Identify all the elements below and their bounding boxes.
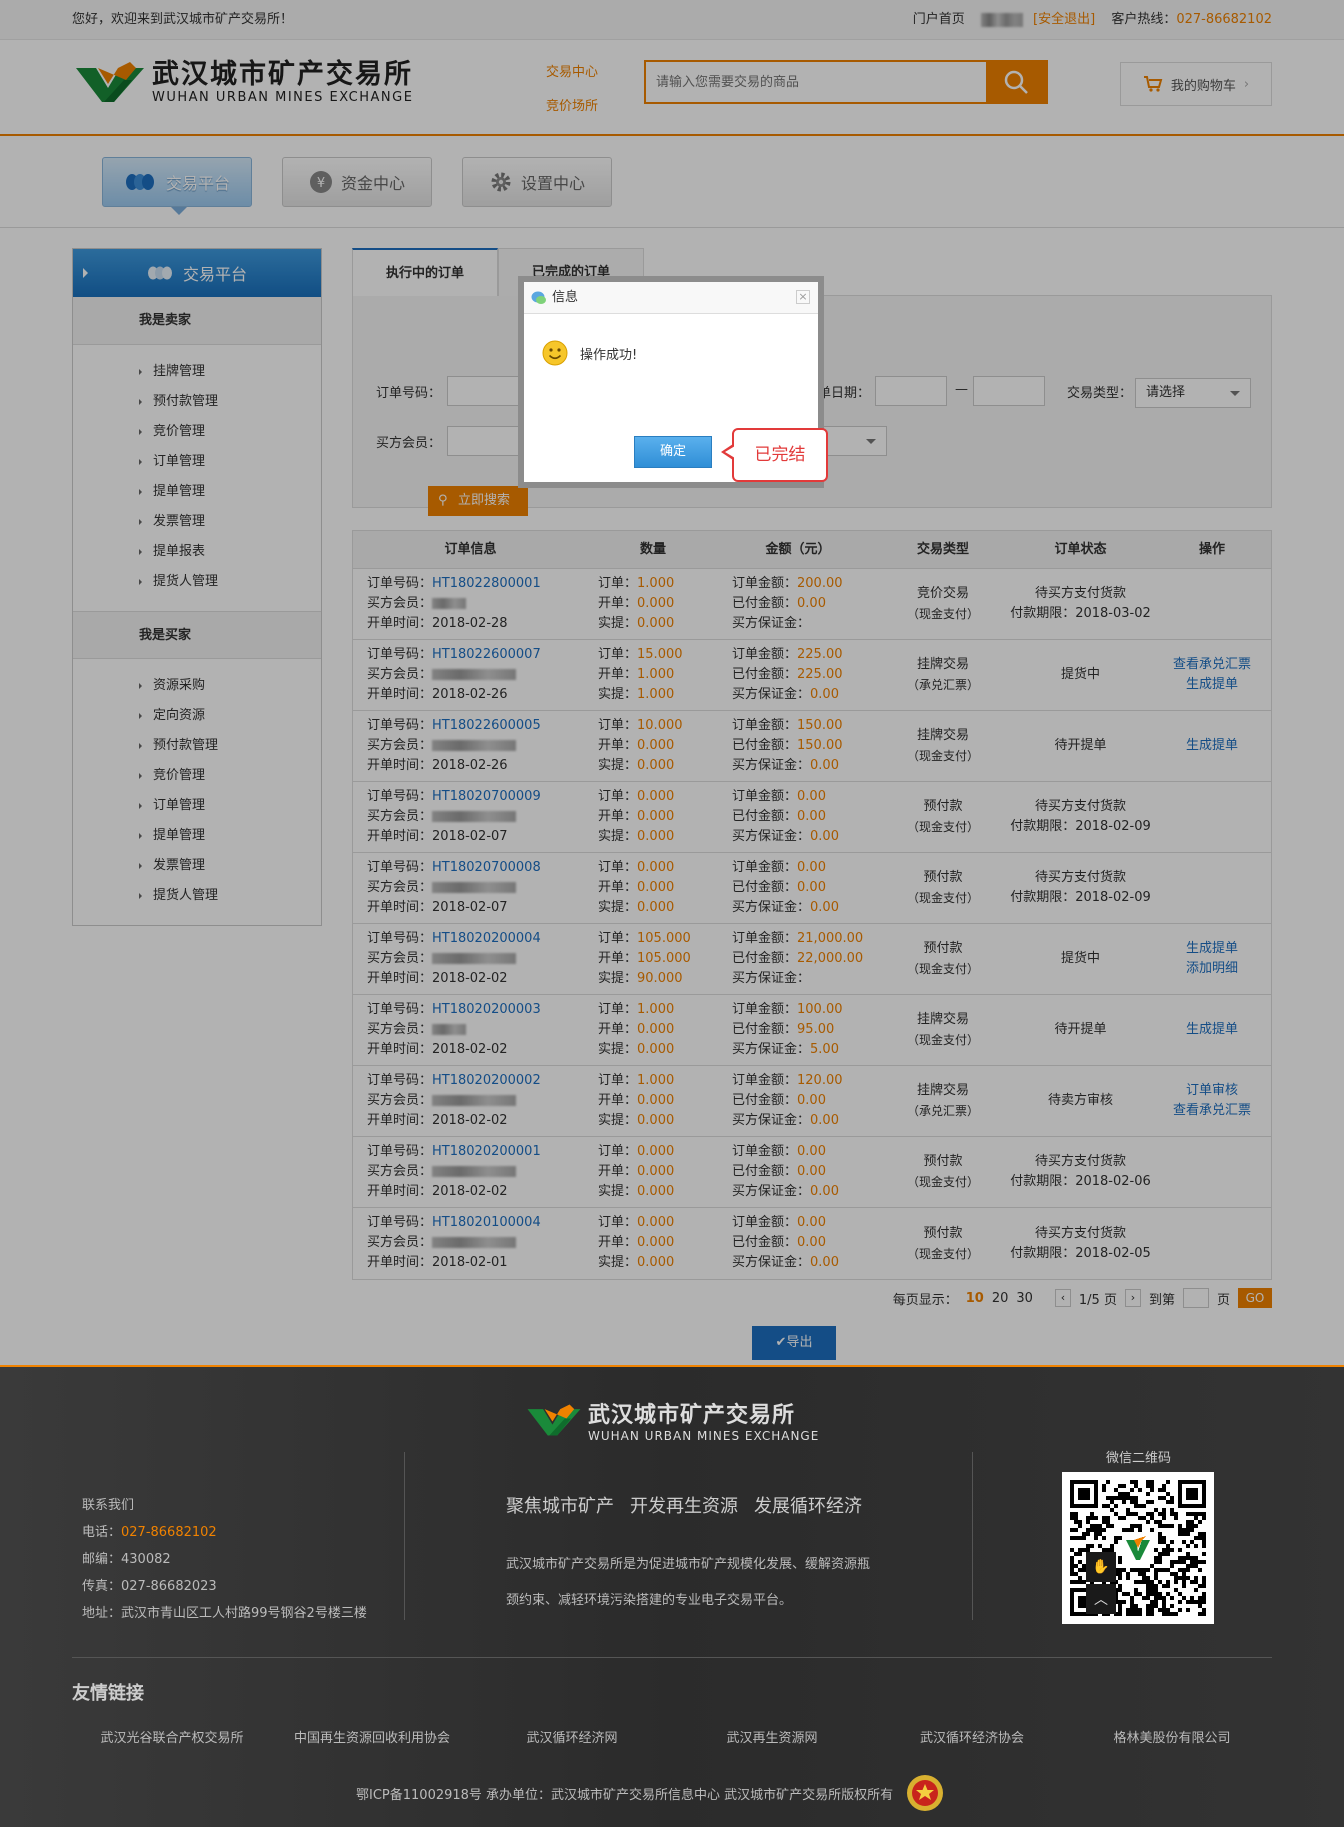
chat-icon: [531, 291, 546, 304]
wechat-qr-code: [1062, 1472, 1214, 1624]
back-to-top-icon[interactable]: ︿: [1086, 1584, 1116, 1614]
close-icon[interactable]: ×: [796, 290, 810, 304]
contact-address: 地址：武汉市青山区工人村路99号钢谷2号楼三楼: [82, 1606, 367, 1621]
contact-zip: 邮编：430082: [82, 1552, 171, 1567]
divider: [72, 1657, 1272, 1658]
dialog-title: 信息: [552, 290, 579, 305]
contact-info: 联系我们 电话：027-86682102 邮编：430082 传真：027-86…: [82, 1492, 367, 1627]
footer-slogan: 聚焦城市矿产 开发再生资源 发展循环经济: [506, 1496, 862, 1517]
friend-link[interactable]: 格林美股份有限公司: [1072, 1727, 1272, 1746]
footer-description: 武汉城市矿产交易所是为促进城市矿产规模化发展、缓解资源瓶颈约束、减轻环境污染搭建…: [506, 1557, 871, 1608]
contact-fax: 传真：027-86682023: [82, 1579, 217, 1594]
footer-logo-cn: 武汉城市矿产交易所: [588, 1403, 796, 1428]
divider: [972, 1452, 973, 1620]
logo-icon: [527, 1404, 581, 1436]
friend-link[interactable]: 武汉循环经济协会: [872, 1727, 1072, 1746]
icp-info: 鄂ICP备11002918号 承办单位：武汉城市矿产交易所信息中心 武汉城市矿产…: [356, 1773, 945, 1813]
friend-link[interactable]: 中国再生资源回收利用协会: [272, 1727, 472, 1746]
footer-logo-en: WUHAN URBAN MINES EXCHANGE: [588, 1429, 820, 1443]
friend-link[interactable]: 武汉再生资源网: [672, 1727, 872, 1746]
footer-logo: 武汉城市矿产交易所 WUHAN URBAN MINES EXCHANGE: [526, 1397, 819, 1443]
qr-title: 微信二维码: [1106, 1451, 1172, 1466]
dialog-message: 操作成功!: [542, 340, 637, 366]
divider: [404, 1452, 405, 1620]
friend-link[interactable]: 武汉循环经济网: [472, 1727, 672, 1746]
completed-callout: 已完结: [721, 428, 828, 482]
friend-links: 武汉光谷联合产权交易所 中国再生资源回收利用协会 武汉循环经济网 武汉再生资源网 武汉循…: [72, 1727, 1272, 1746]
contact-phone: 027-86682102: [121, 1525, 217, 1540]
modal-overlay: [0, 0, 1344, 1367]
friend-link[interactable]: 武汉光谷联合产权交易所: [72, 1727, 272, 1746]
contact-title: 联系我们: [82, 1498, 135, 1513]
friend-links-title: 友情链接: [72, 1683, 144, 1704]
police-badge-icon: [907, 1775, 944, 1811]
dialog-ok-button[interactable]: 确定: [634, 436, 712, 468]
smiley-icon: [542, 340, 568, 366]
handshake-icon[interactable]: ✋: [1086, 1552, 1116, 1582]
dialog-titlebar: 信息 ×: [524, 282, 818, 314]
footer: 武汉城市矿产交易所 WUHAN URBAN MINES EXCHANGE 联系我…: [0, 1365, 1344, 1827]
